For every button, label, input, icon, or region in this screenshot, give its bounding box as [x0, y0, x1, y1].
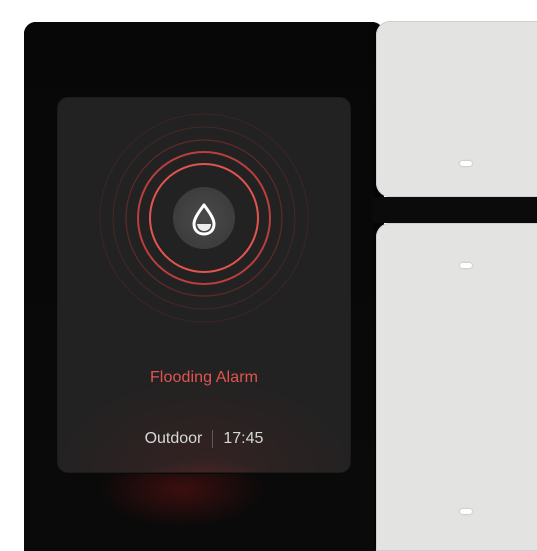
lower-key[interactable] [376, 223, 537, 551]
lower-key-indicator-top [460, 263, 472, 268]
icon-disc [173, 187, 235, 249]
alarm-location: Outdoor [144, 430, 203, 447]
key-divider-gap [372, 197, 537, 223]
alarm-title: Flooding Alarm [149, 369, 259, 386]
meta-divider [212, 430, 214, 448]
display-bezel: Flooding Alarm Outdoor 17:45 [24, 22, 374, 551]
upper-key-indicator-light [460, 161, 472, 166]
lower-key-indicator-bottom [460, 509, 472, 514]
alarm-meta: Outdoor 17:45 [58, 430, 350, 448]
smart-panel-device: Flooding Alarm Outdoor 17:45 [24, 22, 384, 551]
upper-key[interactable] [376, 21, 537, 197]
alarm-rings [99, 113, 309, 323]
bottom-glow-strip [24, 474, 374, 551]
alarm-screen: Flooding Alarm Outdoor 17:45 [58, 98, 350, 472]
alarm-time: 17:45 [223, 430, 264, 447]
